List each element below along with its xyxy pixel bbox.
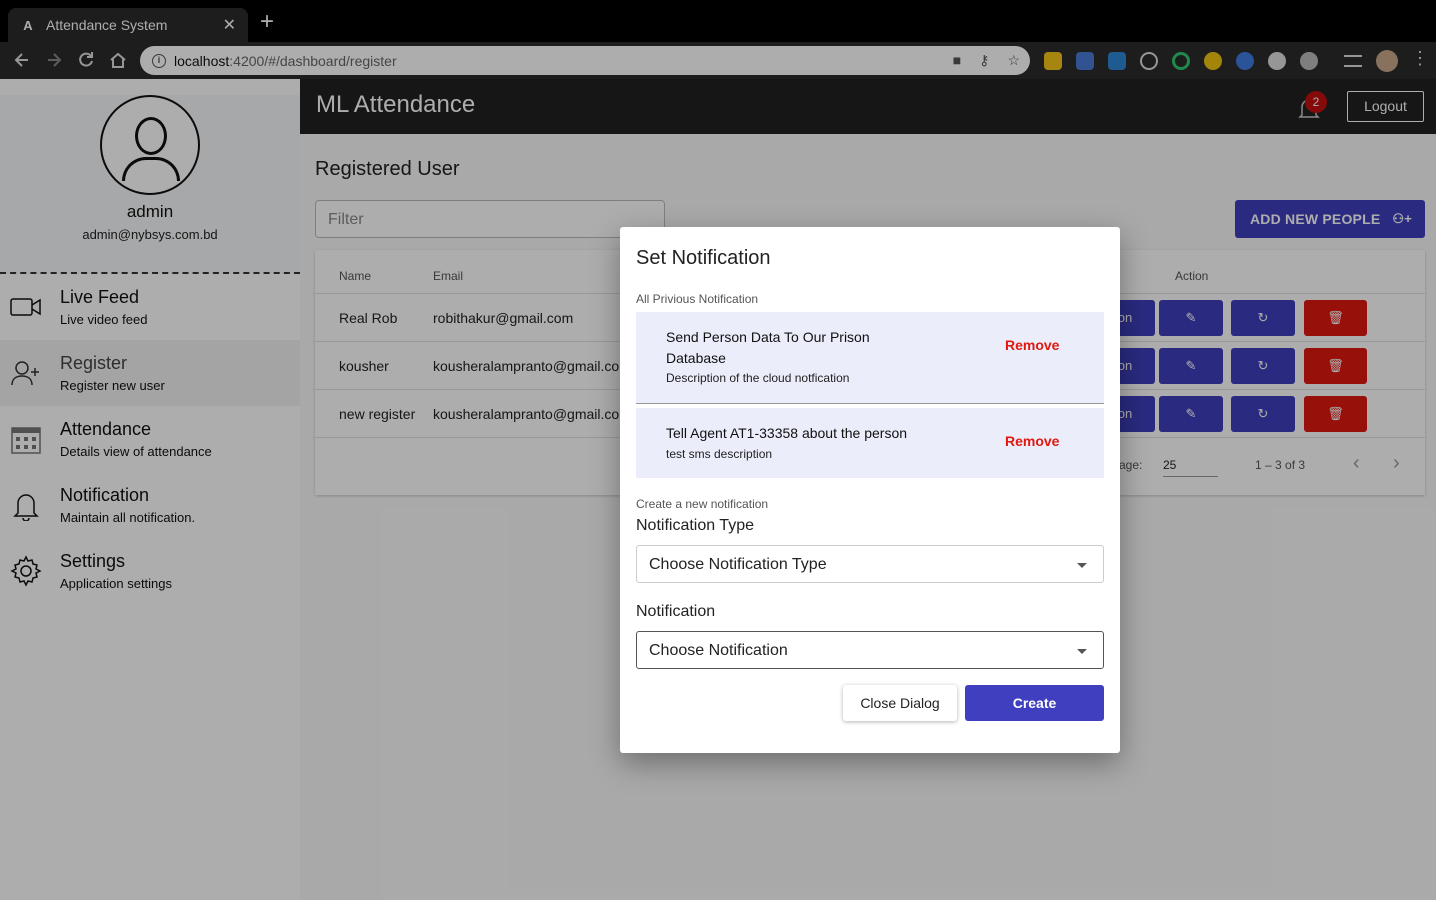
- dropdown-caret-icon: [1077, 649, 1087, 654]
- notification-description: Description of the cloud notfication: [666, 371, 850, 385]
- close-dialog-button[interactable]: Close Dialog: [843, 685, 957, 721]
- remove-notification-button[interactable]: Remove: [1005, 433, 1059, 449]
- notification-type-label: Notification Type: [636, 517, 754, 534]
- create-notification-label: Create a new notification: [636, 497, 769, 511]
- set-notification-dialog: Set Notification All Privious Notificati…: [620, 227, 1120, 753]
- notification-label: Notification: [636, 603, 716, 620]
- remove-notification-button[interactable]: Remove: [1005, 337, 1059, 353]
- notification-title: Tell Agent AT1-33358 about the person: [666, 425, 908, 441]
- notification-item: Tell Agent AT1-33358 about the person te…: [636, 408, 1104, 478]
- notification-select[interactable]: Choose Notification: [636, 631, 1104, 669]
- previous-notifications-label: All Privious Notification: [636, 292, 759, 306]
- create-button[interactable]: Create: [965, 685, 1104, 721]
- notification-type-value: Choose Notification Type: [649, 556, 827, 573]
- notification-value: Choose Notification: [649, 642, 788, 659]
- notification-title: Send Person Data To Our Prison Database: [666, 329, 870, 366]
- dropdown-caret-icon: [1077, 563, 1087, 568]
- dialog-title: Set Notification: [636, 247, 771, 269]
- notification-item: Send Person Data To Our Prison Database …: [636, 312, 1104, 404]
- notification-description: test sms description: [666, 447, 773, 461]
- notification-type-select[interactable]: Choose Notification Type: [636, 545, 1104, 583]
